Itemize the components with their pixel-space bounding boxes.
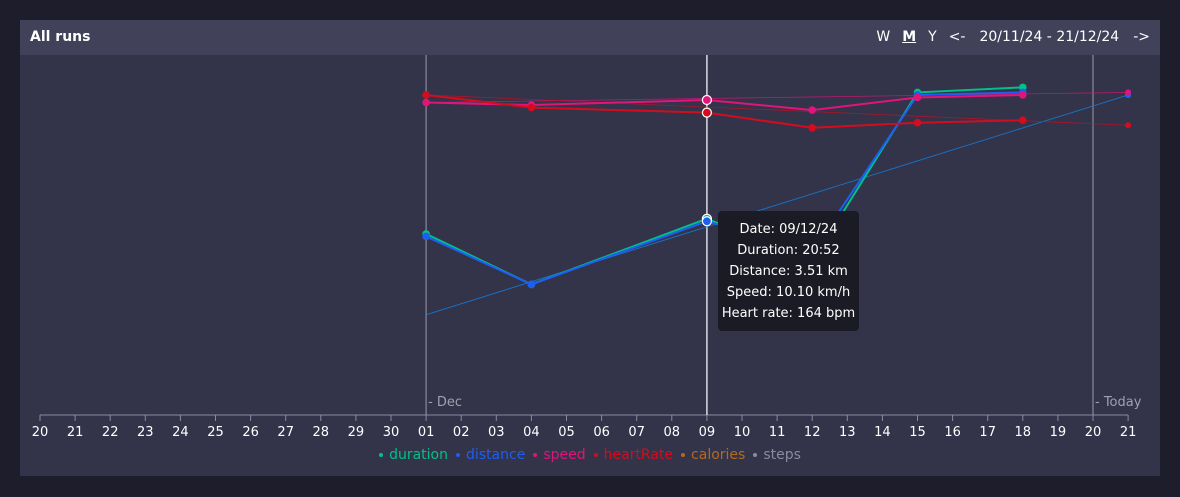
data-point-heartRate[interactable] [527,103,536,112]
x-tick-label: 01 [418,425,435,440]
legend-label: distance [466,447,526,463]
legend-dot-icon [753,453,758,457]
x-tick-label: 14 [874,425,891,440]
x-tick-label: 07 [628,425,645,440]
legend-label: heartRate [603,447,674,463]
x-tick-label: 18 [1015,425,1032,440]
x-tick-label: 15 [909,425,926,440]
data-point-distance[interactable] [422,232,430,241]
tooltip-duration: Duration: 20:52 [737,243,840,258]
x-tick-label: 12 [804,425,821,440]
x-tick-label: 26 [242,425,259,440]
legend-label: steps [763,447,801,463]
x-tick-label: 05 [558,425,575,440]
x-tick-label: 08 [664,425,681,440]
x-tick-label: 06 [593,425,610,440]
x-tick-label: 04 [523,425,540,440]
line-chart[interactable]: 20 21 22 23 24 25 26 27 28 29 30 01 02 03 04 05 06 07 08 09… [0,0,1180,447]
x-tick-label: 10 [734,425,751,440]
legend-label: speed [543,447,586,463]
x-tick-label: 20 [1085,425,1102,440]
x-tick-label: 13 [839,425,856,440]
data-point-speed[interactable] [701,94,713,106]
x-tick-label: 20 [32,425,49,440]
data-point-heartRate[interactable] [808,123,816,132]
x-tick-label: 11 [769,425,786,440]
data-point-heartRate[interactable] [422,91,430,99]
x-tick-label: 28 [313,425,330,440]
x-tick-label: 03 [488,425,505,440]
legend-item-steps[interactable]: steps [753,447,801,463]
data-point-heartRate[interactable] [701,107,713,118]
data-point-heartRate[interactable] [1019,116,1027,125]
trend-end-point-heartRate [1125,122,1132,129]
x-tick-label: 02 [453,425,470,440]
marker-label: - Today [1095,395,1142,410]
x-tick-label: 29 [348,425,365,440]
series-line-heartRate[interactable] [425,93,1023,129]
data-point-distance[interactable] [701,216,713,227]
tooltip-heart-rate: Heart rate: 164 bpm [721,306,856,321]
x-tick-label: 23 [137,425,154,440]
legend-dot-icon [533,453,538,457]
tooltip-date: Date: 09/12/24 [739,222,838,237]
legend-dot-icon [456,453,460,457]
x-tick-label: 21 [1120,425,1137,440]
chart-legend: duration distance speed heartRate calories st… [0,447,1180,463]
data-point-speed[interactable] [808,106,816,114]
x-tick-label: 22 [102,425,119,440]
legend-label: duration [389,447,448,463]
tooltip-distance: Distance: 3.51 km [729,264,848,279]
legend-item-calories[interactable]: calories [681,447,745,463]
trend-end-point-speed [1125,89,1132,96]
x-tick-label: 16 [944,425,961,440]
data-point-speed[interactable] [1019,91,1027,99]
legend-item-heartRate[interactable]: heartRate [593,447,674,463]
legend-item-duration[interactable]: duration [379,447,448,463]
x-tick-label: 21 [67,425,84,440]
hover-tooltip: Date: 09/12/24 Duration: 20:52 Distance:… [718,211,859,331]
legend-dot-icon [681,453,686,457]
legend-dot-icon [593,453,598,457]
data-point-speed[interactable] [422,98,430,107]
legend-item-speed[interactable]: speed [533,447,586,463]
x-tick-label: 30 [383,425,400,440]
marker-label: - Dec [428,395,462,410]
x-tick-label: 25 [207,425,224,440]
x-tick-label: 24 [172,425,189,440]
x-tick-label: 19 [1050,425,1067,440]
data-point-heartRate[interactable] [913,118,922,127]
legend-dot-icon [379,453,384,457]
x-tick-label: 09 [699,425,716,440]
legend-label: calories [691,447,746,463]
data-point-distance[interactable] [527,280,536,289]
legend-item-distance[interactable]: distance [456,447,525,463]
tooltip-speed: Speed: 10.10 km/h [726,285,851,300]
x-tick-label: 27 [277,425,294,440]
x-tick-label: 17 [979,425,996,440]
data-point-speed[interactable] [913,93,922,102]
